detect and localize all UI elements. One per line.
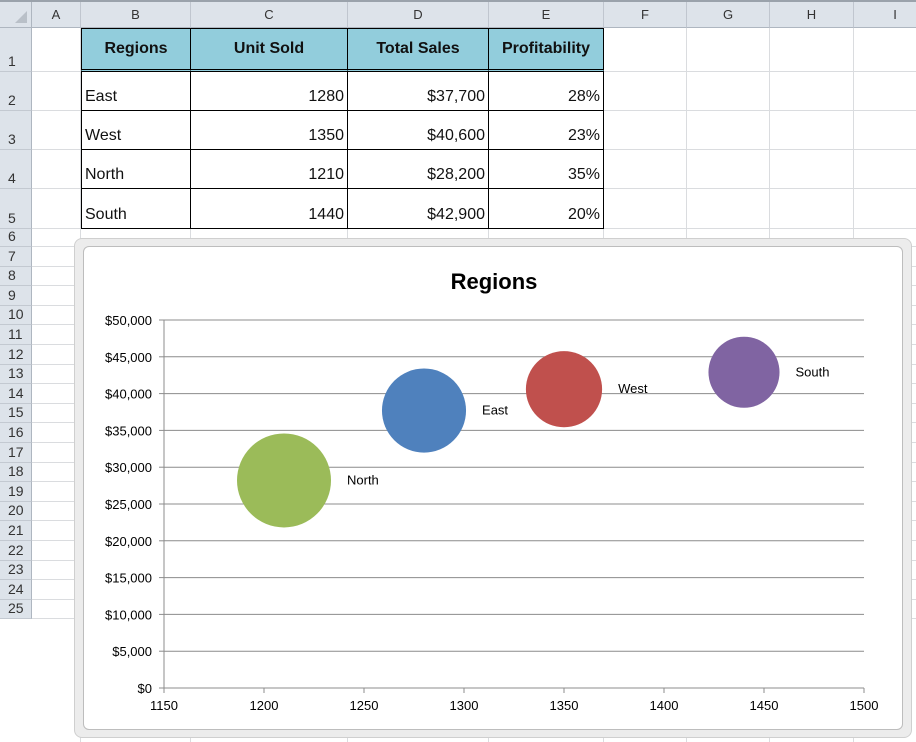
table-cell[interactable]: $28,200 (348, 150, 489, 189)
table-cell[interactable]: North (81, 150, 191, 189)
bubble-south[interactable] (708, 336, 780, 408)
table-cell[interactable]: $40,600 (348, 111, 489, 150)
table-cell[interactable]: 23% (489, 111, 604, 150)
y-tick-label: $50,000 (105, 313, 152, 328)
table-header-cell[interactable]: Profitability (489, 28, 604, 72)
x-tick-label: 1500 (850, 698, 879, 713)
x-tick-label: 1450 (750, 698, 779, 713)
data-label-north[interactable]: North (347, 472, 379, 487)
y-tick-label: $15,000 (105, 571, 152, 586)
x-tick-label: 1200 (250, 698, 279, 713)
table-cell[interactable]: 35% (489, 150, 604, 189)
data-label-east[interactable]: East (482, 403, 508, 418)
data-label-west[interactable]: West (618, 381, 648, 396)
y-tick-label: $5,000 (112, 644, 152, 659)
table-cell[interactable]: West (81, 111, 191, 150)
table-cell[interactable]: South (81, 189, 191, 229)
table-cell[interactable]: 28% (489, 72, 604, 111)
table-cell[interactable]: $42,900 (348, 189, 489, 229)
table-cell[interactable]: 1350 (191, 111, 348, 150)
bubble-east[interactable] (381, 368, 467, 453)
x-tick-label: 1150 (150, 698, 178, 713)
chart-title[interactable]: Regions (451, 269, 538, 294)
table-cell[interactable]: East (81, 72, 191, 111)
bubble-west[interactable] (525, 351, 603, 428)
table-cell[interactable]: 1210 (191, 150, 348, 189)
table-cell[interactable]: 20% (489, 189, 604, 229)
table-cell[interactable]: 1440 (191, 189, 348, 229)
y-tick-label: $20,000 (105, 534, 152, 549)
y-tick-label: $10,000 (105, 607, 152, 622)
table-cell[interactable]: $37,700 (348, 72, 489, 111)
table-cell[interactable]: 1280 (191, 72, 348, 111)
bubble-north[interactable] (237, 433, 331, 528)
table-header-cell[interactable]: Total Sales (348, 28, 489, 72)
y-tick-label: $0 (138, 681, 152, 696)
x-tick-label: 1350 (550, 698, 579, 713)
y-tick-label: $25,000 (105, 497, 152, 512)
x-tick-label: 1250 (350, 698, 379, 713)
y-tick-label: $30,000 (105, 460, 152, 475)
x-tick-label: 1300 (450, 698, 479, 713)
y-tick-label: $45,000 (105, 350, 152, 365)
table-header-cell[interactable]: Regions (81, 28, 191, 72)
y-tick-label: $35,000 (105, 423, 152, 438)
y-tick-label: $40,000 (105, 387, 152, 402)
x-tick-label: 1400 (650, 698, 679, 713)
data-label-south[interactable]: South (796, 364, 830, 379)
table-header-cell[interactable]: Unit Sold (191, 28, 348, 72)
